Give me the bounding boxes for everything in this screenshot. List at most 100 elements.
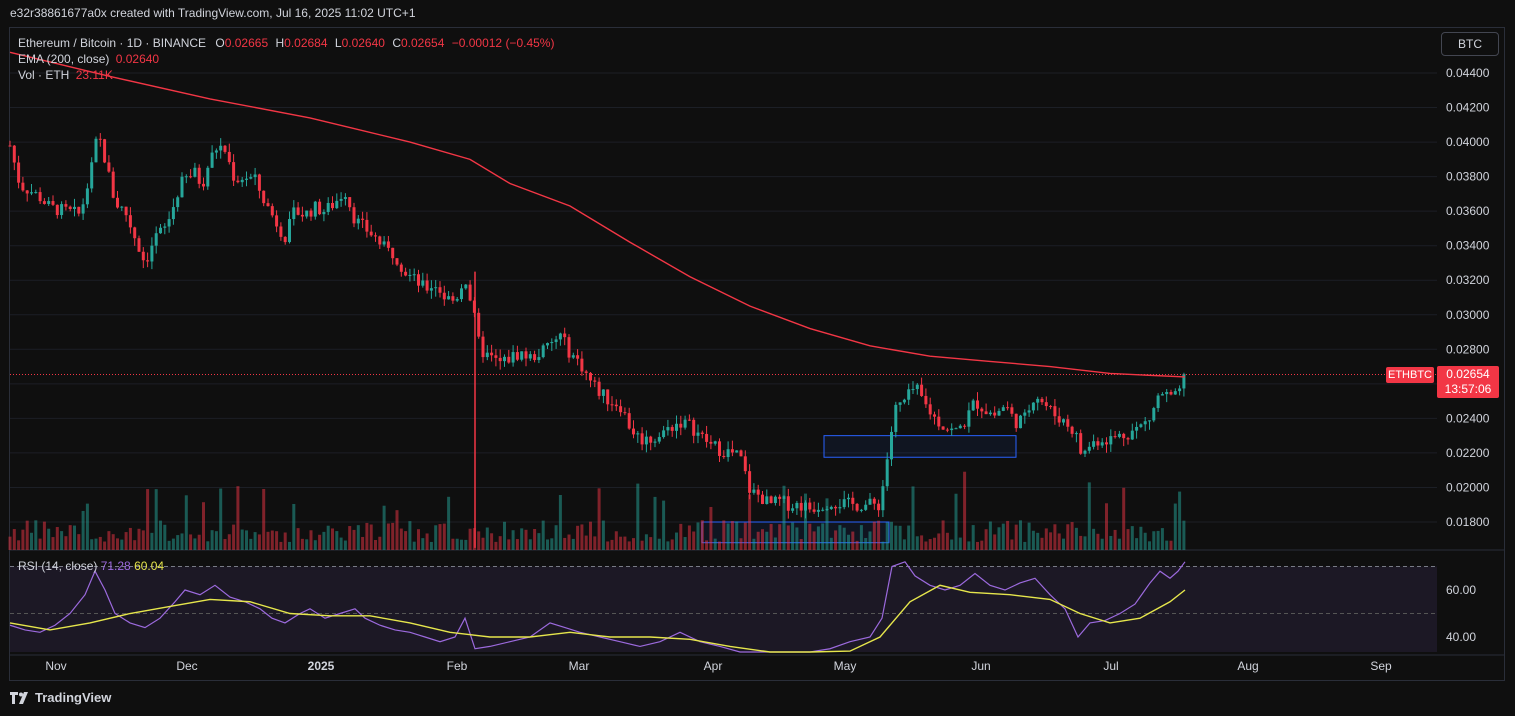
candle-body [950,428,954,431]
candle-body [804,502,807,511]
volume-bar [515,539,519,550]
candle-body [21,182,25,191]
candle-body [507,356,511,363]
candle-body [503,356,506,362]
candle-body [890,431,893,460]
candle-body [249,177,253,179]
time-tick-label: Sep [1370,659,1392,673]
ohlc-low: 0.02640 [341,36,385,50]
volume-bar [395,510,399,550]
volume-bar [55,527,59,550]
candle-body [614,404,618,407]
volume-bar [245,530,248,550]
candle-body [524,351,528,359]
candle-body [971,400,975,411]
candle-body [309,210,313,217]
volume-bar [275,531,279,550]
candle-body [718,441,721,456]
candle-body [761,494,764,504]
candle-body [580,358,584,372]
candle-body [864,504,868,510]
candle-body [1044,402,1048,407]
volume-bar [614,531,618,550]
candle-body [180,176,184,198]
volume-bar [533,528,537,550]
volume-bar [859,525,863,550]
candle-body [429,288,433,291]
candle-body [915,384,919,390]
volume-bar [584,535,588,550]
volume-bar [1036,532,1040,550]
price-tick-label: 0.04200 [1446,101,1490,115]
candle-body [988,412,992,415]
volume-bar [425,533,429,550]
candle-body [421,280,425,286]
candle-body [305,210,309,217]
candle-body [675,423,678,431]
currency-button[interactable]: BTC [1441,32,1499,56]
candle-body [30,192,33,194]
candle-body [279,226,283,237]
candle-body [984,411,988,415]
ema-label[interactable]: EMA (200, close) [18,52,109,66]
candle-body [868,498,872,505]
volume-bar [202,502,205,550]
price-tick-label: 0.02200 [1446,446,1490,460]
volume-bar [305,539,309,550]
candle-body [627,413,631,429]
rsi-label[interactable]: RSI (14, close) [18,559,97,573]
volume-bar [829,537,833,550]
candle-body [898,402,902,405]
volume-bar [696,522,700,550]
candle-body [812,509,816,512]
volume-bar [279,541,283,550]
volume-bar [365,522,369,550]
candle-body [395,258,399,265]
candle-body [1010,407,1014,414]
price-chart[interactable]: 0.04400 0.04200 0.04000 0.03800 0.03600 0.034… [0,0,1515,716]
candle-body [219,145,223,151]
candle-body [692,419,696,436]
volume-bar [855,540,859,550]
volume-bar [911,486,915,550]
volume-bar [1053,524,1057,550]
volume-bar [292,503,296,550]
candles [8,133,1186,548]
candle-body [851,497,855,504]
volume-value: 23.11K [75,68,113,82]
candle-body [1087,446,1091,451]
footer-brand-label: TradingView [35,690,112,705]
volume-bar [417,529,420,550]
candle-body [1092,441,1096,447]
volume-bar [778,524,782,550]
volume-bar [154,489,158,550]
volume-label[interactable]: Vol · ETH [18,68,69,82]
volume-bar [834,530,838,550]
symbol-line[interactable]: Ethereum / Bitcoin · 1D · BINANCE [18,36,206,50]
volume-bar [223,539,227,550]
volume-bar [597,488,601,550]
volume-bar [1130,526,1134,550]
candle-body [498,357,502,362]
volume-bar [627,541,631,550]
candle-body [1019,415,1022,429]
volume-bar [692,531,696,550]
volume-bar [894,525,898,550]
volume-bar [1126,529,1130,550]
volume-bar [141,530,145,550]
candle-body [1122,433,1126,439]
volume-bar [90,539,94,550]
candle-body [576,355,580,359]
time-tick-label: Nov [45,659,66,673]
candle-body [107,162,111,172]
volume-bar [748,494,752,550]
price-tick-label: 0.02800 [1446,342,1490,356]
footer-brand[interactable]: TradingView [10,690,111,705]
candle-body [404,271,408,276]
volume-bar [12,529,16,550]
candle-body [554,339,558,343]
volume-bar [1152,531,1156,550]
candle-body [511,352,515,363]
price-tick-label: 0.03400 [1446,239,1490,253]
candle-body [189,176,193,178]
